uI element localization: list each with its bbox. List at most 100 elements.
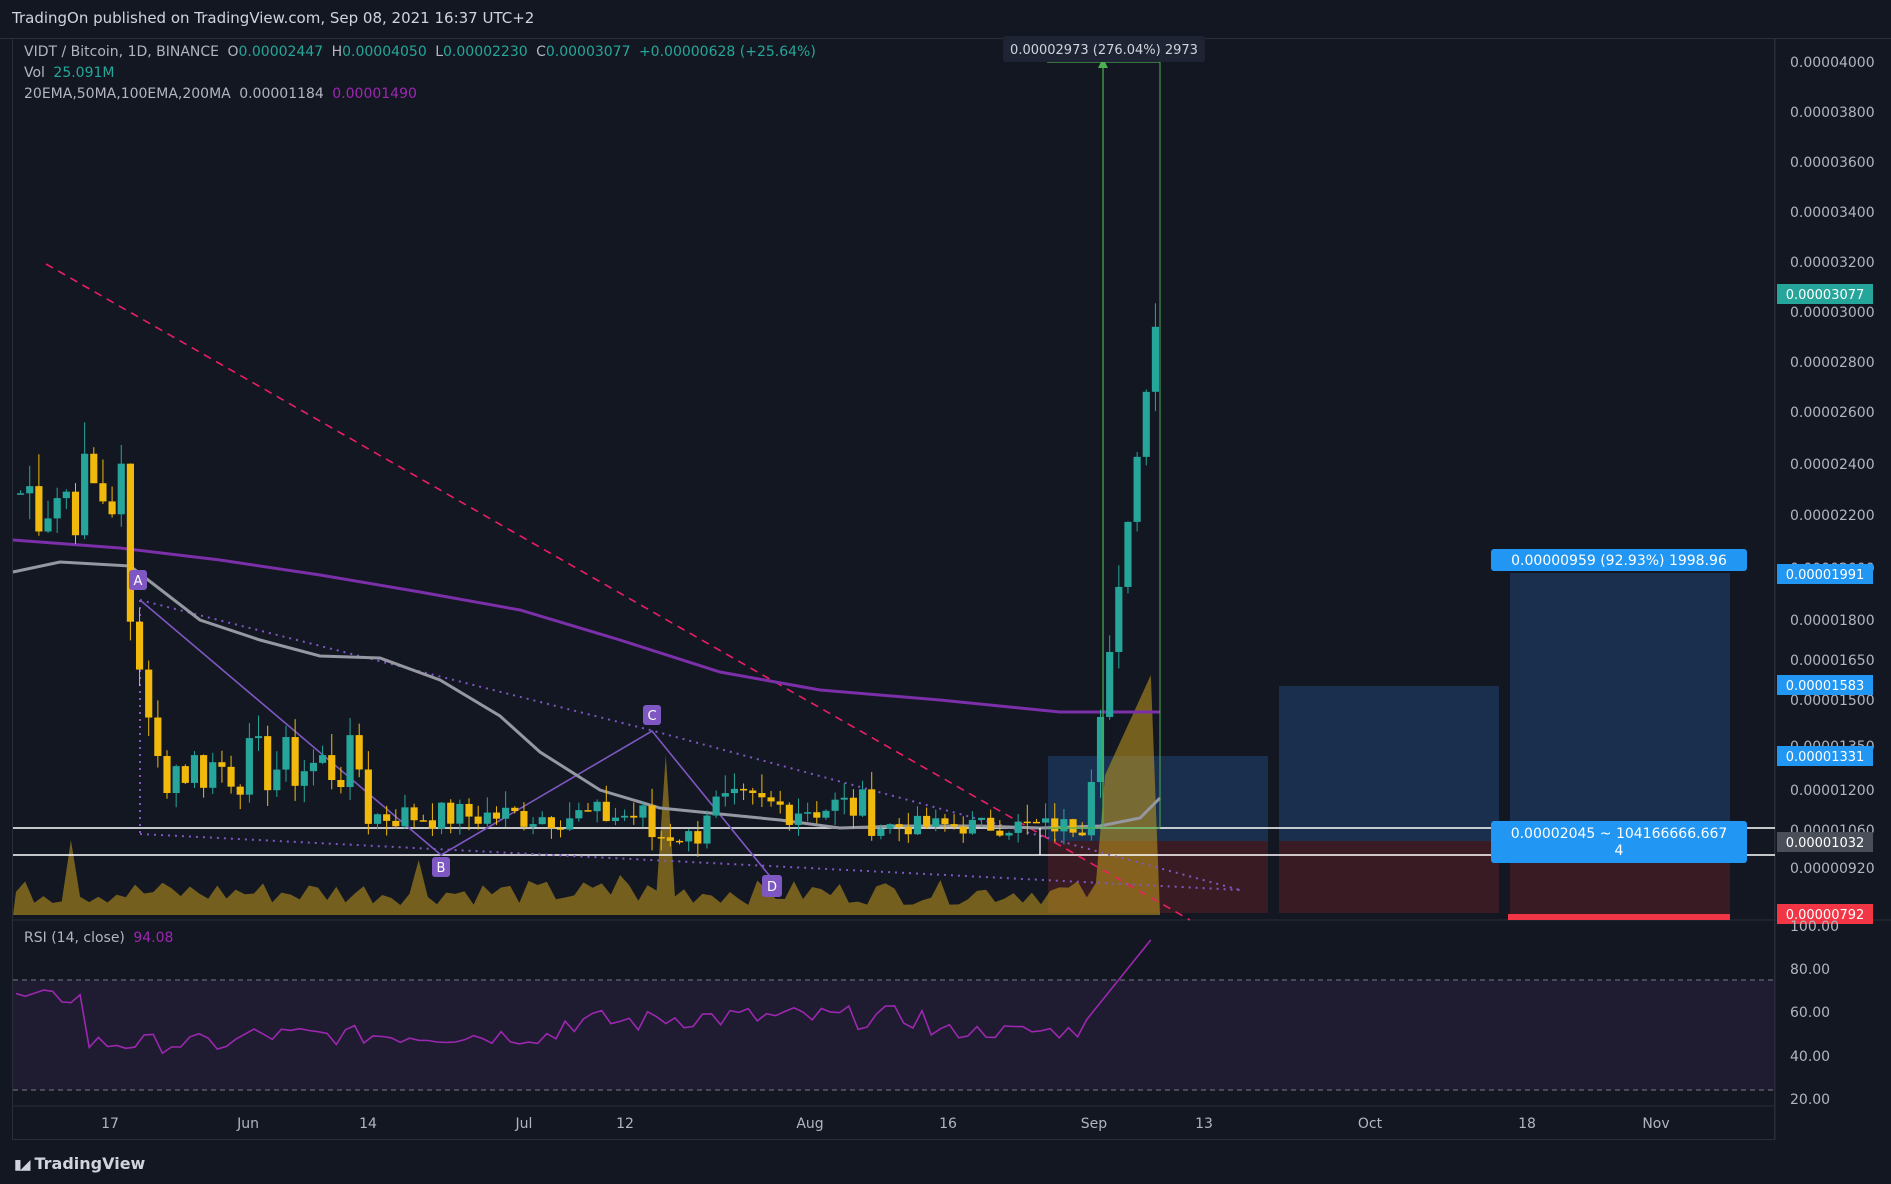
volume-legend: Vol 25.091M bbox=[24, 65, 118, 81]
candle-body bbox=[492, 812, 501, 819]
candle-body bbox=[941, 818, 949, 825]
price-tick-label: 0.00001200 bbox=[1790, 783, 1875, 799]
point-label-b: B bbox=[432, 857, 450, 877]
moving-averages bbox=[12, 538, 1162, 830]
stop-bar bbox=[1508, 914, 1730, 920]
ma-legend: 20EMA,50MA,100EMA,200MA 0.00001184 0.000… bbox=[24, 86, 421, 102]
candle-body bbox=[886, 824, 894, 829]
bottom-bar: ▮◢ TradingView bbox=[0, 1140, 1891, 1184]
candle-body bbox=[840, 797, 848, 800]
candle-body bbox=[108, 501, 116, 515]
candle-body bbox=[611, 817, 620, 822]
time-tick-label: 12 bbox=[616, 1116, 634, 1132]
candle-body bbox=[328, 755, 336, 780]
tradingview-logo-icon: ▮◢ bbox=[14, 1157, 31, 1173]
svg-text:4: 4 bbox=[1615, 843, 1624, 859]
ma200-line bbox=[12, 538, 1160, 714]
tradingview-logo[interactable]: ▮◢ TradingView bbox=[14, 1154, 145, 1173]
rsi-label: RSI (14, close) bbox=[24, 930, 125, 946]
time-tick-label: Jun bbox=[236, 1116, 259, 1132]
low-value: 0.00002230 bbox=[443, 44, 528, 60]
candle-body bbox=[694, 831, 702, 844]
candle-body bbox=[282, 737, 290, 770]
candle-body bbox=[163, 756, 171, 793]
point-label-c: C bbox=[643, 705, 661, 725]
last-price-badge: 0.00003077 bbox=[1777, 284, 1873, 304]
candle-body bbox=[218, 762, 226, 767]
volume-area bbox=[13, 675, 1160, 915]
ohlc-legend: VIDT / Bitcoin, 1D, BINANCE O0.00002447 … bbox=[24, 44, 820, 60]
candle-body bbox=[135, 621, 144, 670]
candle-body bbox=[657, 837, 665, 839]
volume-value: 25.091M bbox=[53, 65, 115, 81]
candle-body bbox=[1106, 651, 1114, 717]
candle-body bbox=[630, 815, 638, 818]
high-label: H bbox=[331, 44, 343, 60]
time-tick-label: 18 bbox=[1518, 1116, 1536, 1132]
candle-body bbox=[90, 453, 98, 484]
svg-text:0.00000959 (92.93%) 1998.96: 0.00000959 (92.93%) 1998.96 bbox=[1511, 553, 1727, 569]
measure-label: 0.00002973 (276.04%) 2973 bbox=[1003, 36, 1205, 62]
candle-body bbox=[200, 755, 208, 788]
open-value: 0.00002447 bbox=[238, 44, 324, 60]
candle-body bbox=[968, 819, 976, 834]
candle-body bbox=[346, 735, 354, 788]
time-tick-label: 17 bbox=[101, 1116, 119, 1132]
candle-body bbox=[758, 793, 766, 798]
candle-body bbox=[1087, 781, 1095, 836]
candle-body bbox=[785, 804, 793, 825]
candle-body bbox=[401, 807, 409, 827]
candle-body bbox=[1060, 819, 1068, 832]
time-tick-label: Sep bbox=[1081, 1116, 1108, 1132]
candle-body bbox=[474, 816, 482, 824]
candle-body bbox=[1115, 586, 1123, 652]
rsi-legend: RSI (14, close) 94.08 bbox=[24, 930, 177, 946]
candle-body bbox=[209, 762, 217, 788]
candle-body bbox=[53, 498, 61, 519]
candle-body bbox=[959, 826, 967, 834]
abcd-pattern[interactable] bbox=[139, 599, 774, 881]
candle-body bbox=[529, 824, 537, 827]
target-price-badge: 0.00001991 bbox=[1777, 564, 1873, 584]
candle-body bbox=[767, 797, 775, 802]
candle-body bbox=[300, 771, 308, 786]
candle-body bbox=[547, 817, 555, 829]
candle-body bbox=[621, 815, 629, 818]
candle-body bbox=[447, 802, 455, 824]
candle-body bbox=[923, 815, 931, 827]
low-label: L bbox=[435, 44, 444, 60]
svg-text:A: A bbox=[134, 574, 143, 589]
candle-body bbox=[804, 812, 812, 814]
svg-text:0.00001991: 0.00001991 bbox=[1786, 568, 1865, 583]
candle-body bbox=[383, 814, 391, 821]
range-label: 0.00002045 ~ 104166666.667 4 bbox=[1491, 821, 1747, 863]
close-label: C bbox=[536, 44, 546, 60]
candle-body bbox=[932, 818, 940, 827]
candle-body bbox=[996, 830, 1004, 836]
candle-body bbox=[291, 737, 299, 786]
candle-body bbox=[602, 801, 610, 822]
candle-body bbox=[575, 810, 583, 819]
candle-body bbox=[373, 814, 382, 824]
candle-body bbox=[1124, 521, 1132, 587]
point-label-d: D bbox=[762, 875, 782, 897]
candle-body bbox=[26, 486, 34, 494]
price-tick-label: 0.00002800 bbox=[1790, 355, 1875, 371]
candle-body bbox=[44, 518, 52, 532]
rsi-tick-label: 80.00 bbox=[1790, 962, 1830, 978]
candle-body bbox=[1078, 832, 1086, 836]
candle-body bbox=[71, 491, 80, 536]
candle-body bbox=[794, 813, 803, 825]
candle-body bbox=[858, 789, 867, 816]
svg-text:0.00001583: 0.00001583 bbox=[1786, 679, 1865, 694]
candle-body bbox=[17, 493, 25, 495]
rsi-axis: 100.00 80.00 60.00 40.00 20.00 bbox=[1790, 919, 1839, 1108]
candle-body bbox=[685, 831, 693, 842]
rsi-value: 94.08 bbox=[133, 930, 174, 946]
price-chart[interactable]: A B C D 0.00002973 (276.04%) 2973 0.0000… bbox=[0, 0, 1891, 1184]
candle-body bbox=[566, 818, 574, 830]
svg-text:0.00002973 (276.04%) 2973: 0.00002973 (276.04%) 2973 bbox=[1010, 43, 1198, 58]
candle-body bbox=[419, 820, 427, 822]
price-tick-label: 0.00003400 bbox=[1790, 205, 1875, 221]
candle-body bbox=[648, 805, 656, 838]
